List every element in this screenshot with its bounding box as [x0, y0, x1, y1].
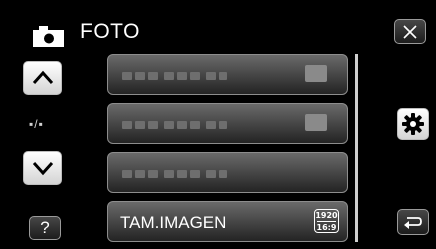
- scrollbar[interactable]: [355, 54, 358, 242]
- menu-item[interactable]: [107, 54, 348, 95]
- help-button[interactable]: ?: [29, 216, 61, 240]
- page-title: FOTO: [80, 20, 140, 43]
- close-button[interactable]: [394, 19, 426, 44]
- help-label: ?: [40, 218, 50, 237]
- image-size-icon: 1920 16:9: [314, 209, 339, 233]
- scroll-up-button[interactable]: [23, 61, 62, 95]
- menu-item[interactable]: [107, 152, 348, 193]
- camera-icon: [33, 26, 64, 47]
- return-icon: [404, 217, 422, 229]
- settings-button[interactable]: [397, 108, 429, 140]
- placeholder-icon: [305, 65, 327, 82]
- menu-item[interactable]: [107, 103, 348, 144]
- chevron-down-icon: [32, 161, 53, 176]
- back-button[interactable]: [397, 209, 429, 235]
- gear-icon: [402, 113, 424, 135]
- image-size-resolution: 1920: [315, 210, 338, 220]
- chevron-up-icon: [32, 70, 53, 85]
- close-icon: [403, 24, 417, 39]
- image-size-ratio: 16:9: [316, 222, 337, 232]
- placeholder-icon: [305, 114, 327, 131]
- page-indicator: ▪/▪: [29, 117, 44, 131]
- menu-item-label: TAM.IMAGEN: [120, 213, 227, 232]
- menu-item-image-size[interactable]: TAM.IMAGEN 1920 16:9: [107, 201, 348, 242]
- scroll-down-button[interactable]: [23, 151, 62, 185]
